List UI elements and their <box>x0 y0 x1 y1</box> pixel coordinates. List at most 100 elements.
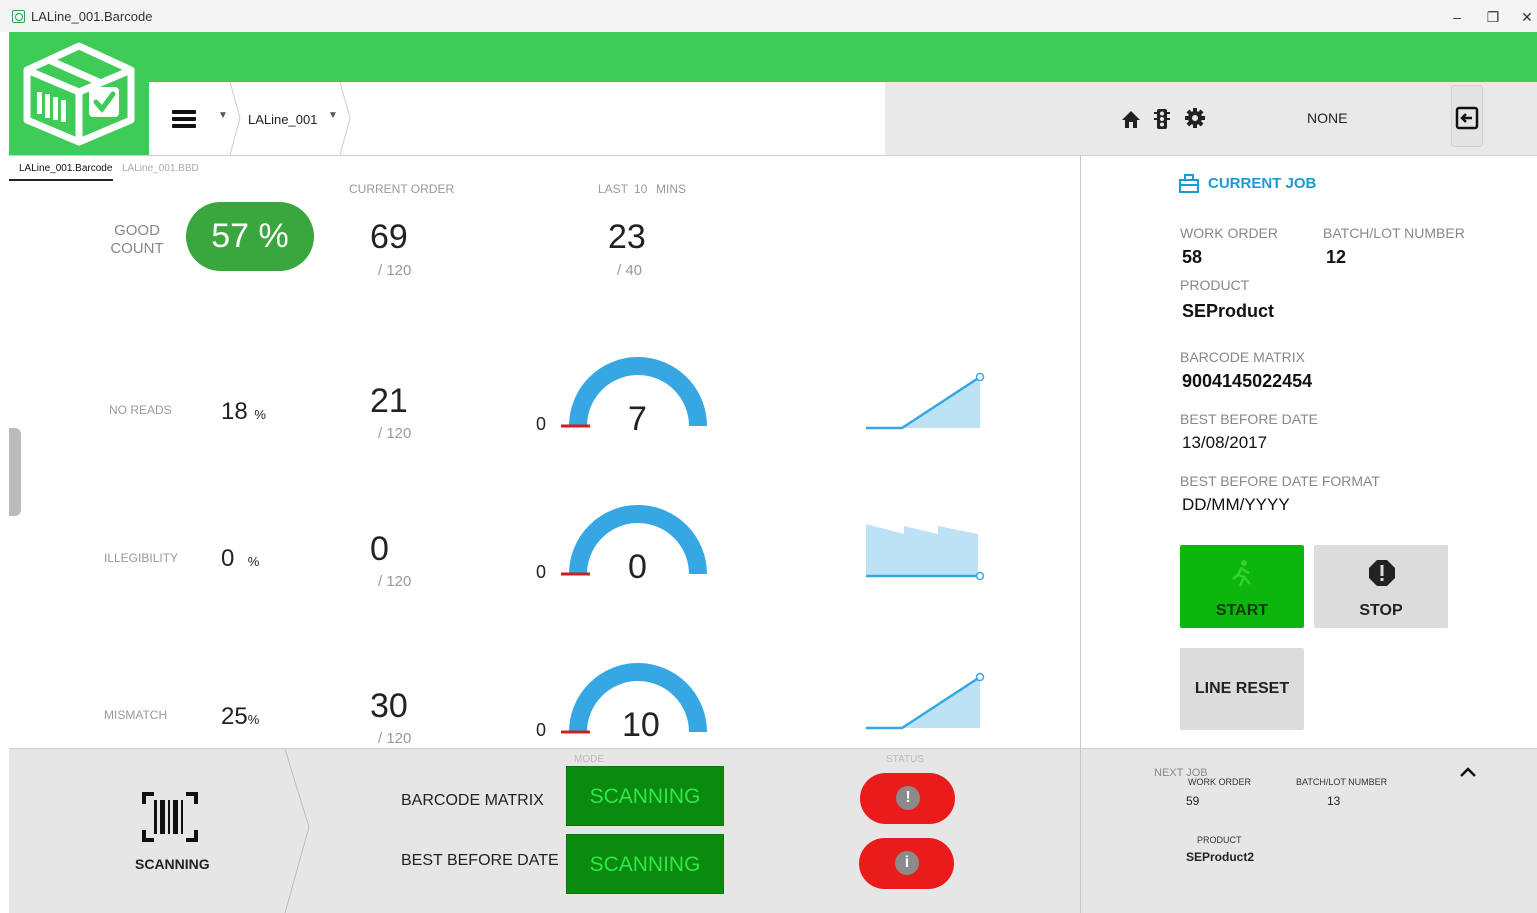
active-tab-indicator <box>9 179 113 181</box>
header-green-band <box>9 32 1537 82</box>
barcode-matrix-status-indicator[interactable]: ! <box>860 773 955 824</box>
barcode-matrix-value: 9004145022454 <box>1182 371 1313 391</box>
mismatch-count: 30 <box>370 687 408 725</box>
best-before-channel-label: BEST BEFORE DATE <box>401 852 559 869</box>
stop-octagon-icon <box>1369 560 1395 586</box>
start-button[interactable]: START <box>1180 545 1304 628</box>
gear-icon[interactable] <box>1185 108 1205 128</box>
no-reads-trend-chart <box>866 372 985 430</box>
mismatch-gauge-value: 10 <box>622 706 660 744</box>
status-header: STATUS <box>886 754 924 765</box>
running-person-icon <box>1232 560 1251 587</box>
bottom-divider <box>1080 748 1081 913</box>
no-reads-percent: 18 % <box>221 398 266 425</box>
illegibility-gauge-min: 0 <box>536 562 547 582</box>
next-product-value: SEProduct2 <box>1186 850 1255 864</box>
mismatch-label: MISMATCH <box>104 708 168 722</box>
next-batch-value: 13 <box>1327 794 1341 808</box>
bbd-format-label: BEST BEFORE DATE FORMAT <box>1180 473 1380 489</box>
next-work-order-label: WORK ORDER <box>1188 777 1251 787</box>
info-icon: i <box>895 851 919 875</box>
stop-button[interactable]: STOP <box>1314 545 1448 628</box>
barcode-scanner-icon <box>142 792 198 842</box>
illegibility-total: / 120 <box>378 573 412 590</box>
mismatch-trend-chart <box>866 672 985 730</box>
current-order-header: CURRENT ORDER <box>349 182 455 196</box>
breadcrumb-separator <box>339 82 351 155</box>
work-order-value: 58 <box>1182 247 1203 267</box>
batch-label: BATCH/LOT NUMBER <box>1323 225 1465 241</box>
product-label: PRODUCT <box>1180 277 1250 293</box>
illegibility-count: 0 <box>370 530 389 568</box>
good-count-label: GOOD COUNT <box>110 222 164 257</box>
illegibility-percent: 0 % <box>221 545 260 572</box>
good-last-count: 23 <box>608 218 646 256</box>
good-current-count: 69 <box>370 218 408 256</box>
window-titlebar: LALine_001.Barcode – ❐ ✕ <box>0 0 1537 32</box>
app-logo <box>9 32 149 155</box>
bbd-format-value: DD/MM/YYYY <box>1182 495 1290 514</box>
best-before-value: 13/08/2017 <box>1182 433 1268 452</box>
good-last-total: / 40 <box>617 262 643 279</box>
illegibility-gauge-value: 0 <box>628 548 647 586</box>
breadcrumb-line[interactable]: LALine_001 <box>248 112 317 127</box>
side-drawer-handle[interactable] <box>9 428 21 516</box>
no-reads-total: / 120 <box>378 425 412 442</box>
hamburger-icon[interactable] <box>172 110 196 128</box>
line-reset-button[interactable]: LINE RESET <box>1180 648 1304 730</box>
breadcrumb-bar: ▼ LALine_001 ▼ <box>150 82 885 155</box>
no-reads-gauge-value: 7 <box>628 400 647 438</box>
no-reads-count: 21 <box>370 382 408 420</box>
good-current-total: / 120 <box>378 262 412 279</box>
logout-button[interactable] <box>1451 85 1483 147</box>
good-percent-badge: 57 % <box>186 202 314 271</box>
work-order-label: WORK ORDER <box>1180 225 1278 241</box>
traffic-light-icon[interactable] <box>1154 108 1170 130</box>
no-reads-label: NO READS <box>109 403 172 417</box>
window-title: LALine_001.Barcode <box>31 9 153 24</box>
bottom-chevron-separator <box>284 749 310 913</box>
alert-icon: ! <box>896 786 920 810</box>
next-batch-label: BATCH/LOT NUMBER <box>1296 777 1388 787</box>
mode-header: MODE <box>574 754 604 765</box>
briefcase-icon <box>1179 174 1199 193</box>
menu-dropdown-icon[interactable]: ▼ <box>218 110 228 121</box>
illegibility-label: ILLEGIBILITY <box>104 551 179 565</box>
next-work-order-value: 59 <box>1186 794 1200 808</box>
close-button[interactable]: ✕ <box>1512 6 1537 28</box>
batch-value: 12 <box>1326 247 1347 267</box>
current-job-title: CURRENT JOB <box>1208 175 1317 192</box>
header-divider <box>9 155 1537 156</box>
mismatch-gauge-min: 0 <box>536 720 547 740</box>
header-right-panel: NONE <box>885 82 1537 155</box>
best-before-label: BEST BEFORE DATE <box>1180 411 1318 427</box>
package-check-icon <box>23 42 135 146</box>
app-icon <box>12 10 25 23</box>
product-value: SEProduct <box>1182 301 1275 321</box>
line-dropdown-icon[interactable]: ▼ <box>328 110 338 121</box>
best-before-mode-button[interactable]: SCANNING <box>566 834 724 894</box>
minimize-button[interactable]: – <box>1442 6 1472 28</box>
last-mins-value: 10 <box>634 182 648 196</box>
barcode-matrix-mode-button[interactable]: SCANNING <box>566 766 724 826</box>
illegibility-trend-chart <box>866 524 985 581</box>
barcode-matrix-channel-label: BARCODE MATRIX <box>401 792 544 809</box>
chevron-up-icon[interactable] <box>1458 765 1478 779</box>
scanner-status-bar <box>9 748 1537 913</box>
mismatch-percent: 25% <box>221 703 260 730</box>
status-text: NONE <box>1307 110 1348 126</box>
restore-button[interactable]: ❐ <box>1478 6 1508 28</box>
best-before-status-indicator[interactable]: i <box>859 838 954 889</box>
home-icon[interactable] <box>1121 110 1141 129</box>
tab-bbd[interactable]: LALine_001.BBD <box>122 163 199 174</box>
barcode-matrix-label: BARCODE MATRIX <box>1180 349 1305 365</box>
mismatch-total: / 120 <box>378 730 412 747</box>
next-product-label: PRODUCT <box>1197 835 1242 845</box>
mins-header: MINS <box>656 182 686 196</box>
logout-icon <box>1455 106 1479 130</box>
no-reads-gauge-min: 0 <box>536 414 547 434</box>
breadcrumb-separator <box>229 82 241 155</box>
scanner-status-label: SCANNING <box>135 856 210 872</box>
last-header: LAST <box>598 182 629 196</box>
tab-barcode[interactable]: LALine_001.Barcode <box>19 163 112 174</box>
